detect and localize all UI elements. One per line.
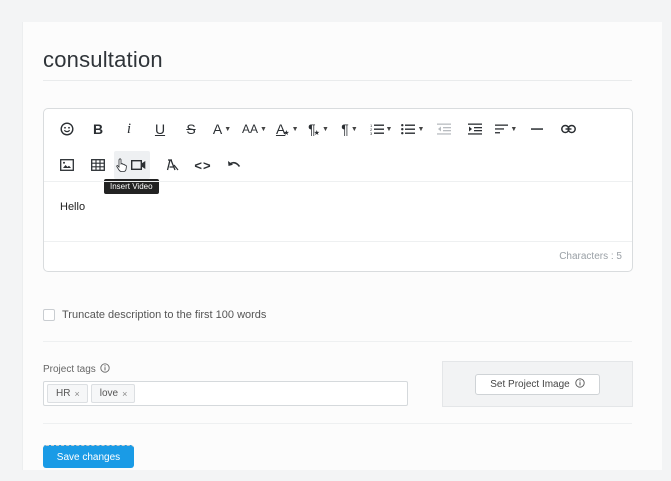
insert-video-button[interactable] xyxy=(114,151,150,179)
strikethrough-icon: S xyxy=(186,121,196,137)
italic-icon: i xyxy=(126,120,132,137)
undo-button[interactable] xyxy=(223,151,245,179)
underline-button[interactable]: U xyxy=(149,115,171,143)
font-color-button[interactable]: A ▼ xyxy=(211,115,233,143)
insert-image-icon xyxy=(60,159,74,171)
insert-table-button[interactable] xyxy=(87,151,109,179)
text-style-button[interactable]: A ★ ▼ xyxy=(276,115,299,143)
chevron-down-icon: ▼ xyxy=(510,125,518,133)
info-icon xyxy=(575,378,585,391)
outdent-icon xyxy=(437,123,452,135)
link-button[interactable] xyxy=(557,115,579,143)
font-size-button[interactable]: AA ▼ xyxy=(242,115,267,143)
clear-formatting-icon xyxy=(166,159,179,171)
unordered-list-icon xyxy=(401,123,416,135)
code-view-icon: <> xyxy=(194,157,212,173)
align-icon xyxy=(495,124,509,134)
character-count: Characters : 5 xyxy=(559,251,622,262)
unordered-list-button[interactable]: ▼ xyxy=(401,115,424,143)
underline-icon: U xyxy=(154,121,166,137)
info-icon xyxy=(100,363,110,376)
editor-footer-divider xyxy=(44,241,632,242)
star-icon: ★ xyxy=(283,130,290,137)
indent-icon xyxy=(468,123,483,135)
save-changes-button[interactable]: Save changes xyxy=(43,445,134,468)
project-image-panel: Set Project Image xyxy=(442,361,633,407)
emoji-button[interactable] xyxy=(56,115,78,143)
tag-chip: love × xyxy=(90,384,136,403)
tag-label: HR xyxy=(56,388,71,399)
paragraph-style-button[interactable]: ¶ ★ ▼ xyxy=(308,115,330,143)
ordered-list-button[interactable]: 123 ▼ xyxy=(370,115,393,143)
project-tags-input[interactable]: HR × love × xyxy=(43,381,408,406)
remove-tag-icon[interactable]: × xyxy=(74,389,79,399)
svg-text:3: 3 xyxy=(370,131,373,135)
tag-chip: HR × xyxy=(47,384,88,403)
horizontal-line-button[interactable] xyxy=(526,115,548,143)
editor-toolbar-row-1: B i U S A ▼ AA ▼ A ★ ▼ ¶ ★ ▼ ¶ ▼ 1 2 3 ▼… xyxy=(56,114,588,144)
page-card: consultation B i U S A ▼ AA ▼ A ★ ▼ ¶ ★ … xyxy=(22,22,662,470)
rich-text-editor: B i U S A ▼ AA ▼ A ★ ▼ ¶ ★ ▼ ¶ ▼ 1 2 3 ▼… xyxy=(43,108,633,272)
set-project-image-button[interactable]: Set Project Image xyxy=(475,374,600,395)
font-color-icon: A xyxy=(212,121,223,137)
ordered-list-icon: 123 xyxy=(370,123,384,135)
font-size-icon: AA xyxy=(242,122,259,136)
editor-toolbar-row-2: <> xyxy=(56,150,254,180)
chevron-down-icon: ▼ xyxy=(321,125,329,133)
set-project-image-label: Set Project Image xyxy=(490,379,570,390)
title-divider xyxy=(43,80,632,81)
truncate-option: Truncate description to the first 100 wo… xyxy=(43,309,266,321)
paragraph-format-button[interactable]: ¶ ▼ xyxy=(339,115,361,143)
indent-button[interactable] xyxy=(464,115,486,143)
star-icon: ★ xyxy=(313,130,320,137)
tag-label: love xyxy=(99,388,119,399)
undo-icon xyxy=(227,160,241,170)
clear-formatting-button[interactable] xyxy=(161,151,183,179)
chevron-down-icon: ▼ xyxy=(385,125,393,133)
editor-content[interactable]: Hello xyxy=(60,201,85,213)
paragraph-format-icon: ¶ xyxy=(341,121,349,137)
chevron-down-icon: ▼ xyxy=(260,125,267,133)
align-button[interactable]: ▼ xyxy=(495,115,517,143)
outdent-button[interactable] xyxy=(433,115,455,143)
insert-video-icon xyxy=(130,160,146,170)
project-tags-label-text: Project tags xyxy=(43,364,96,375)
hand-cursor-icon xyxy=(116,158,127,172)
section-divider xyxy=(43,341,632,342)
bold-icon: B xyxy=(92,121,104,137)
remove-tag-icon[interactable]: × xyxy=(122,389,127,399)
strikethrough-button[interactable]: S xyxy=(180,115,202,143)
link-icon xyxy=(560,124,576,134)
toolbar-divider xyxy=(44,181,632,182)
truncate-label: Truncate description to the first 100 wo… xyxy=(62,309,267,321)
emoji-icon xyxy=(60,122,74,136)
insert-image-button[interactable] xyxy=(56,151,78,179)
page-title: consultation xyxy=(43,47,163,72)
chevron-down-icon: ▼ xyxy=(417,125,425,133)
project-tags-label: Project tags xyxy=(43,363,110,376)
italic-button[interactable]: i xyxy=(118,115,140,143)
chevron-down-icon: ▼ xyxy=(350,125,358,133)
chevron-down-icon: ▼ xyxy=(224,125,232,133)
truncate-checkbox[interactable] xyxy=(43,309,55,321)
bold-button[interactable]: B xyxy=(87,115,109,143)
chevron-down-icon: ▼ xyxy=(291,125,299,133)
horizontal-line-icon xyxy=(531,127,544,131)
section-divider xyxy=(43,423,632,424)
insert-table-icon xyxy=(91,159,105,171)
code-view-button[interactable]: <> xyxy=(192,151,214,179)
